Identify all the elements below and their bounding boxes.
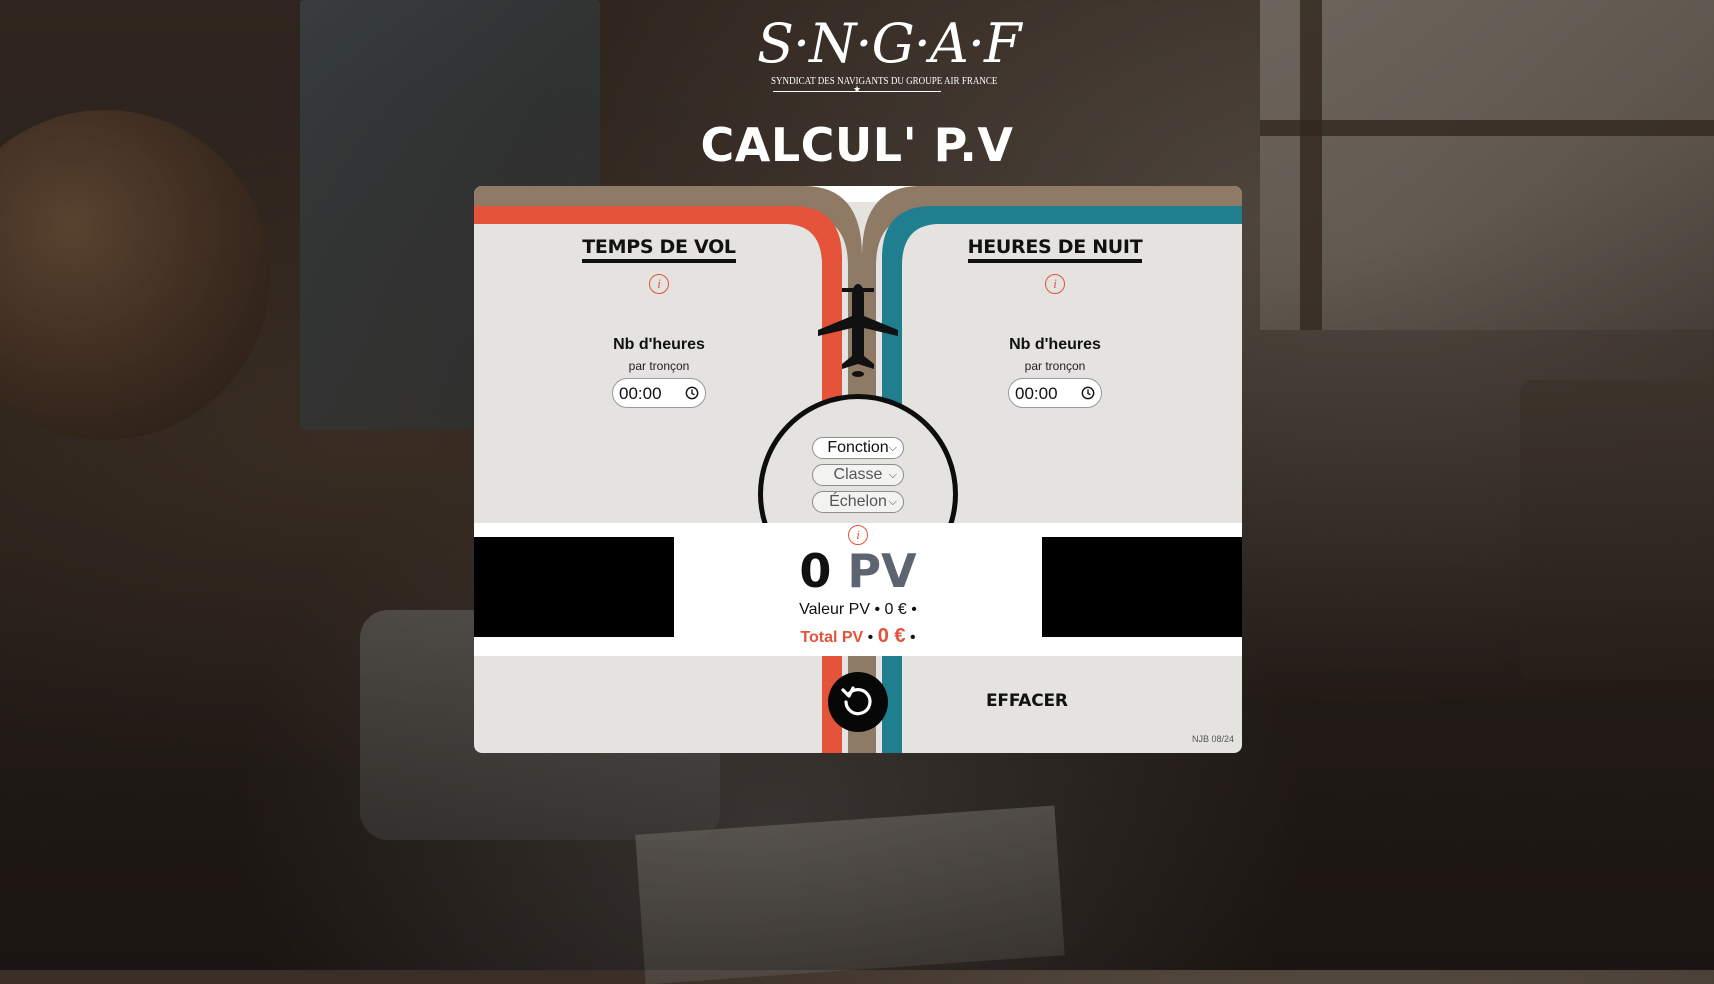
time-input-value: 00:00 (1015, 384, 1058, 403)
refresh-icon (841, 686, 872, 716)
clock-icon[interactable] (1081, 386, 1095, 400)
pv-value: 0 (799, 544, 832, 598)
logo-star-rule (773, 91, 941, 92)
temps-de-vol-field-label: Nb d'heures (613, 336, 705, 353)
sngaf-logo: S·N·G·A·F SYNDICAT DES NAVIGANTS DU GROU… (757, 12, 1022, 92)
calculator-card: TEMPS DE VOL i Nb d'heures par tronçon 0… (474, 186, 1242, 753)
total-pv-value: 0 € (877, 625, 906, 647)
reset-button[interactable] (828, 672, 888, 732)
classe-select-value: Classe (833, 466, 883, 483)
logo-wordmark: S·N·G·A·F (757, 12, 1022, 75)
heures-de-nuit-field-sub: par tronçon (1024, 359, 1086, 373)
info-icon[interactable]: i (848, 525, 868, 545)
pv-result: 0 PV (474, 545, 1242, 597)
heures-de-nuit-field-label: Nb d'heures (1009, 336, 1101, 353)
info-icon[interactable]: i (649, 274, 669, 294)
classe-select[interactable]: Classe ⌵ (812, 464, 904, 486)
echelon-select[interactable]: Échelon ⌵ (812, 491, 904, 513)
total-bullet-end: • (910, 629, 916, 646)
fonction-select[interactable]: Fonction ⌵ (812, 437, 904, 459)
total-pv-line: Total PV • 0 € • (474, 625, 1242, 648)
page-title: CALCUL' P.V (700, 118, 1014, 172)
temps-de-vol-title: TEMPS DE VOL (539, 236, 779, 263)
version-label: NJB 08/24 (1191, 734, 1234, 744)
effacer-button[interactable]: EFFACER (986, 691, 1068, 711)
temps-de-vol-time-input[interactable]: 00:00 (612, 378, 706, 408)
clock-icon[interactable] (685, 386, 699, 400)
pv-unit: PV (847, 544, 917, 598)
valeur-pv-line: Valeur PV • 0 € • (799, 601, 917, 618)
total-pv-label: Total PV (800, 629, 864, 646)
chevron-down-icon: ⌵ (888, 469, 897, 481)
heures-de-nuit-title: HEURES DE NUIT (935, 236, 1175, 263)
temps-de-vol-field-sub: par tronçon (628, 359, 690, 373)
fonction-select-value: Fonction (827, 439, 889, 456)
heures-de-nuit-title-text: HEURES DE NUIT (967, 236, 1143, 263)
airplane-icon (818, 284, 898, 377)
echelon-select-value: Échelon (829, 493, 887, 510)
temps-de-vol-title-text: TEMPS DE VOL (582, 236, 736, 263)
heures-de-nuit-time-input[interactable]: 00:00 (1008, 378, 1102, 408)
time-input-value: 00:00 (619, 384, 662, 403)
info-icon[interactable]: i (1045, 274, 1065, 294)
result-band: i 0 PV Valeur PV • 0 € • Total PV • 0 € … (474, 523, 1242, 656)
chevron-down-icon: ⌵ (888, 496, 897, 508)
total-bullet: • (867, 629, 874, 646)
chevron-down-icon: ⌵ (888, 442, 897, 454)
